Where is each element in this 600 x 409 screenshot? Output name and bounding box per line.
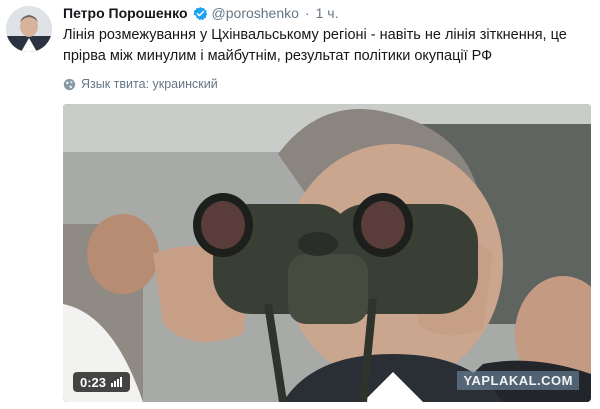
video-frame [63,104,591,402]
video-duration: 0:23 [73,372,131,392]
tweet-text: Лінія розмежування у Цхінвальському регі… [63,27,567,64]
author-handle[interactable]: @poroshenko [212,5,299,21]
avatar-image [6,6,52,52]
globe-icon [63,78,76,91]
verified-badge-icon [192,6,208,21]
volume-icon[interactable] [111,377,123,387]
tweet-video[interactable]: 0:23 YAPLAKAL.COM [63,104,591,402]
separator-dot: · [304,5,310,21]
watermark: YAPLAKAL.COM [457,371,579,390]
duration-label: 0:23 [80,374,107,390]
tweet-header: Петро Порошенко @poroshenko · 1 ч. [63,4,338,22]
tweet-timestamp[interactable]: 1 ч. [316,5,339,21]
tweet-language: Язык твита: украинский [63,75,218,93]
language-label: Язык твита: украинский [81,77,218,91]
author-name[interactable]: Петро Порошенко [63,5,188,21]
author-avatar[interactable] [6,6,52,52]
